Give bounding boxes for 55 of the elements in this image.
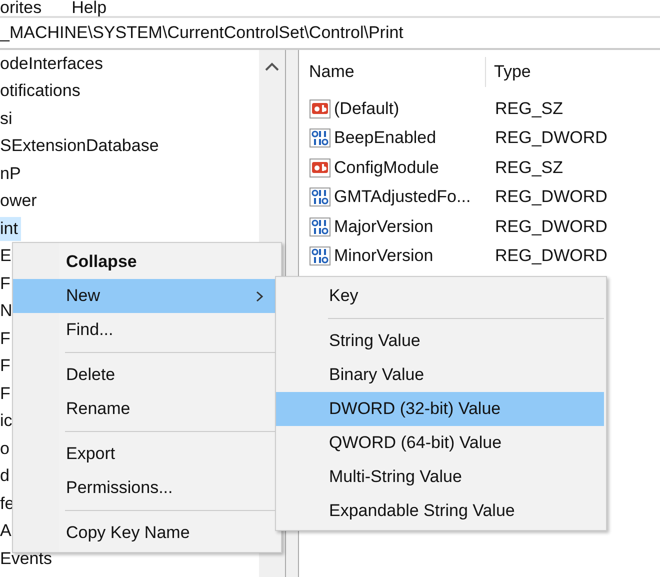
- tree-item[interactable]: F: [0, 382, 14, 406]
- tree-item[interactable]: F: [0, 272, 14, 296]
- value-type: REG_DWORD: [495, 187, 608, 208]
- menu-item[interactable]: Find...: [13, 313, 279, 347]
- menu-item[interactable]: Export: [13, 437, 279, 471]
- value-type: REG_DWORD: [495, 128, 608, 148]
- menu-item[interactable]: Key: [276, 279, 604, 313]
- scroll-up-icon[interactable]: [265, 62, 279, 71]
- menu-item[interactable]: Binary Value: [276, 358, 604, 392]
- column-header[interactable]: Name: [309, 57, 486, 87]
- tree-item[interactable]: F: [0, 354, 14, 378]
- tree-item[interactable]: d: [0, 464, 12, 488]
- value-name[interactable]: GMTAdjustedFo...: [334, 187, 471, 208]
- tree-item[interactable]: F: [0, 326, 14, 351]
- tree-item[interactable]: ower: [0, 189, 40, 214]
- tree-item[interactable]: E: [0, 244, 14, 268]
- tree-item[interactable]: si: [0, 106, 16, 131]
- tree-item[interactable]: N: [0, 299, 16, 324]
- value-type: REG_SZ: [495, 158, 564, 178]
- address-bar[interactable]: _MACHINE\SYSTEM\CurrentControlSet\Control\Print: [0, 18, 660, 50]
- tree-item[interactable]: odeInterfaces: [0, 52, 106, 76]
- value-name[interactable]: MinorVersion: [334, 246, 434, 266]
- menu-item[interactable]: Copy Key Name: [13, 516, 279, 550]
- tree-item[interactable]: SExtensionDatabase: [0, 134, 162, 158]
- menu-item[interactable]: String Value: [276, 324, 604, 358]
- menu-item[interactable]: Multi-String Value: [276, 460, 604, 494]
- value-name[interactable]: (Default): [334, 98, 400, 119]
- tree-item[interactable]: ic: [0, 409, 16, 434]
- menu-item[interactable]: Permissions...: [13, 471, 279, 505]
- value-type: REG_DWORD: [495, 246, 608, 266]
- menu-item[interactable]: Expandable String Value: [276, 494, 604, 528]
- binary-value-icon: [309, 216, 331, 237]
- value-name[interactable]: BeepEnabled: [334, 128, 436, 148]
- string-value-icon: [309, 98, 331, 119]
- menu-item[interactable]: QWORD (64-bit) Value: [276, 426, 604, 460]
- menu-item[interactable]: DWORD (32-bit) Value: [276, 392, 604, 426]
- value-name[interactable]: MajorVersion: [334, 216, 434, 237]
- value-type: REG_SZ: [495, 98, 564, 119]
- menu-item[interactable]: Rename: [13, 392, 279, 426]
- tree-item[interactable]: int: [0, 216, 21, 241]
- binary-value-icon: [309, 187, 331, 208]
- value-type: REG_DWORD: [495, 216, 608, 237]
- tree-item[interactable]: nP: [0, 162, 24, 186]
- string-value-icon: [309, 158, 331, 178]
- menu-item[interactable]: Delete: [13, 358, 279, 392]
- tree-item[interactable]: otifications: [0, 79, 84, 104]
- binary-value-icon: [309, 246, 331, 266]
- tree-item[interactable]: o: [0, 436, 12, 461]
- binary-value-icon: [309, 128, 331, 148]
- column-header[interactable]: Type: [486, 62, 531, 82]
- menu-item[interactable]: Collapse: [13, 245, 279, 279]
- menu-item[interactable]: orites: [0, 0, 42, 16]
- value-name[interactable]: ConfigModule: [334, 158, 439, 178]
- tree-item[interactable]: A: [0, 519, 14, 544]
- menu-item[interactable]: Help: [72, 0, 107, 16]
